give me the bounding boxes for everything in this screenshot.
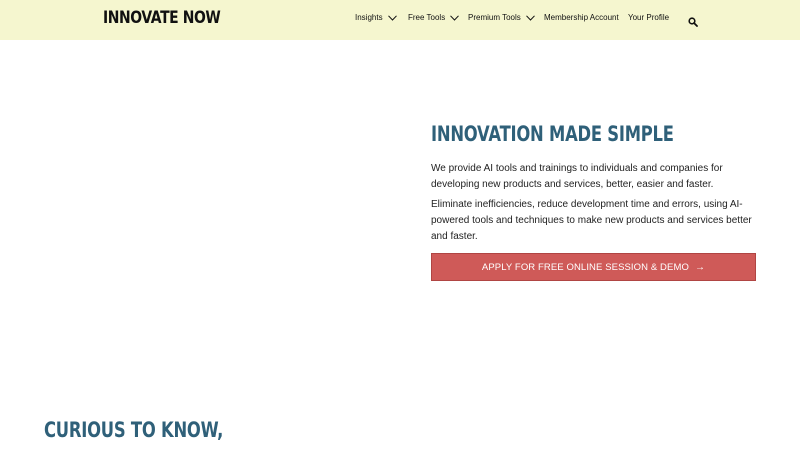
nav-item-insights[interactable]: Insights: [355, 13, 397, 22]
nav-item-membership-account[interactable]: Membership Account: [544, 13, 619, 22]
nav-item-label: Insights: [355, 13, 383, 22]
cta-label: APPLY FOR FREE ONLINE SESSION & DEMO: [481, 261, 689, 273]
hero-paragraph: Eliminate inefficiencies, reduce develop…: [431, 199, 752, 242]
nav-item-label: Your Profile: [628, 13, 670, 22]
chevron-down-icon: [525, 14, 535, 21]
chevron-down-icon: [387, 14, 397, 21]
nav-item-label: Free Tools: [408, 13, 446, 22]
nav-item-your-profile[interactable]: Your Profile: [628, 13, 669, 22]
arrow-right-icon: →: [694, 261, 706, 273]
site-header: INNOVATE NOW Insights Free Tools Premium…: [0, 0, 800, 40]
chevron-down-icon: [450, 14, 460, 21]
main-nav: Insights Free Tools Premium Tools Member…: [0, 0, 800, 40]
apply-demo-button[interactable]: APPLY FOR FREE ONLINE SESSION & DEMO →: [431, 253, 756, 281]
hero-paragraph: We provide AI tools and trainings to ind…: [431, 163, 723, 190]
section-heading: CURIOUS TO KNOW,: [44, 418, 224, 442]
nav-item-free-tools[interactable]: Free Tools: [408, 13, 460, 22]
nav-item-label: Premium Tools: [468, 13, 521, 22]
nav-item-premium-tools[interactable]: Premium Tools: [468, 13, 535, 22]
search-icon[interactable]: [688, 14, 698, 27]
hero-title: INNOVATION MADE SIMPLE: [431, 122, 674, 146]
nav-item-label: Membership Account: [544, 13, 619, 22]
